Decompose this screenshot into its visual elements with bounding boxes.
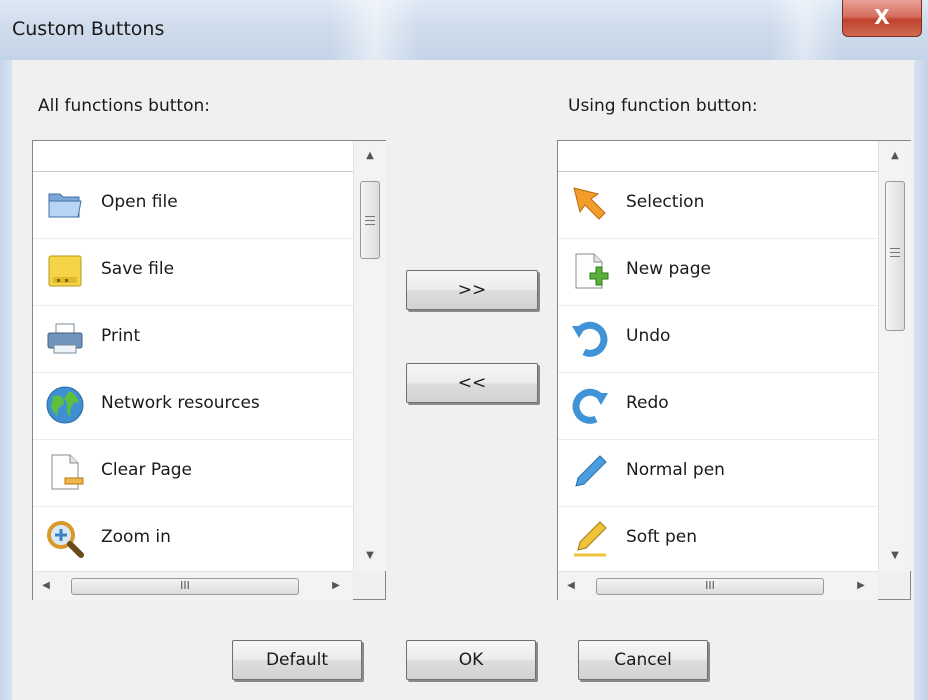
list-item[interactable]: Print [33, 306, 353, 373]
scroll-right-icon[interactable]: ▶ [323, 572, 349, 600]
using-functions-list[interactable]: Selection New page Undo Redo Normal pen … [557, 140, 911, 600]
scroll-up-icon[interactable]: ▲ [354, 141, 386, 171]
list-header [558, 141, 878, 172]
all-functions-list[interactable]: Open file Save file Print Network resour… [32, 140, 386, 600]
list-item[interactable]: Undo [558, 306, 878, 373]
globe-icon [45, 385, 85, 425]
list-item-label: Selection [626, 192, 705, 212]
list-item-label: Redo [626, 393, 669, 413]
undo-icon [570, 318, 610, 358]
all-functions-label: All functions button: [38, 96, 210, 116]
list-item[interactable]: Clear Page [33, 440, 353, 507]
save-icon [45, 251, 85, 291]
printer-icon [45, 318, 85, 358]
soft-pen-icon [570, 519, 610, 559]
list-item-label: New page [626, 259, 711, 279]
zoom-in-icon [45, 519, 85, 559]
using-functions-label: Using function button: [568, 96, 758, 116]
cancel-button[interactable]: Cancel [578, 640, 708, 680]
scroll-thumb[interactable]: III [71, 578, 299, 595]
scroll-down-icon[interactable]: ▼ [354, 541, 386, 571]
dialog-body: All functions button: Using function but… [12, 60, 914, 700]
list-item[interactable]: Save file [33, 239, 353, 306]
list-item-label: Zoom in [101, 527, 171, 547]
list-item-label: Open file [101, 192, 178, 212]
list-item[interactable]: Redo [558, 373, 878, 440]
new-page-icon [570, 251, 610, 291]
cursor-arrow-icon [570, 184, 610, 224]
folder-icon [45, 184, 85, 224]
custom-buttons-dialog: Custom Buttons X All functions button: U… [0, 0, 928, 700]
scroll-thumb[interactable] [360, 181, 380, 259]
close-button[interactable]: X [842, 0, 922, 37]
list-item[interactable]: New page [558, 239, 878, 306]
list-item-label: Network resources [101, 393, 260, 413]
window-title: Custom Buttons [12, 18, 165, 40]
ok-button[interactable]: OK [406, 640, 536, 680]
scroll-thumb[interactable] [885, 181, 905, 331]
clear-page-icon [45, 452, 85, 492]
pen-icon [570, 452, 610, 492]
list-item[interactable]: Network resources [33, 373, 353, 440]
scroll-left-icon[interactable]: ◀ [558, 572, 584, 600]
list-item-label: Clear Page [101, 460, 193, 480]
list-item[interactable]: Zoom in [33, 507, 353, 572]
add-button[interactable]: >> [406, 270, 538, 310]
list-item[interactable]: Normal pen [558, 440, 878, 507]
list-header [33, 141, 353, 172]
vertical-scrollbar[interactable]: ▲ ▼ [353, 141, 386, 571]
scroll-up-icon[interactable]: ▲ [879, 141, 911, 171]
list-item[interactable]: Open file [33, 172, 353, 239]
remove-button[interactable]: << [406, 363, 538, 403]
vertical-scrollbar[interactable]: ▲ ▼ [878, 141, 911, 571]
scroll-thumb[interactable]: III [596, 578, 824, 595]
list-item-label: Soft pen [626, 527, 697, 547]
list-item[interactable]: Soft pen [558, 507, 878, 572]
list-item-label: Print [101, 326, 141, 346]
scroll-down-icon[interactable]: ▼ [879, 541, 911, 571]
horizontal-scrollbar[interactable]: ◀ III ▶ [558, 571, 878, 600]
scroll-left-icon[interactable]: ◀ [33, 572, 59, 600]
default-button[interactable]: Default [232, 640, 362, 680]
title-bar[interactable]: Custom Buttons X [0, 0, 928, 60]
list-item-label: Undo [626, 326, 671, 346]
redo-icon [570, 385, 610, 425]
horizontal-scrollbar[interactable]: ◀ III ▶ [33, 571, 353, 600]
list-item-label: Save file [101, 259, 175, 279]
list-item-label: Normal pen [626, 460, 725, 480]
list-item[interactable]: Selection [558, 172, 878, 239]
scroll-right-icon[interactable]: ▶ [848, 572, 874, 600]
